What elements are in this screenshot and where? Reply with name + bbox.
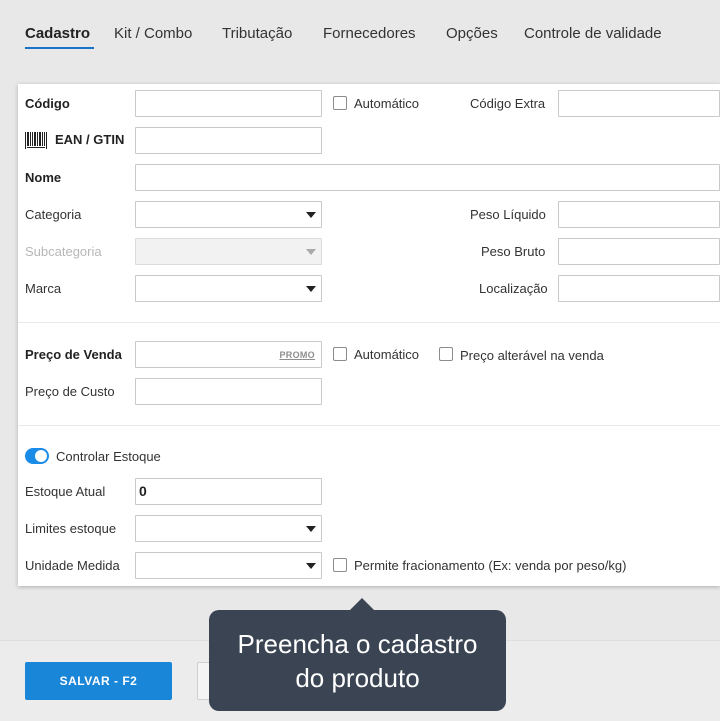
peso-bruto-label: Peso Bruto [481, 244, 546, 259]
tab-fornecedores[interactable]: Fornecedores [323, 25, 416, 42]
preco-venda-input[interactable]: PROMO [135, 341, 322, 368]
nome-label: Nome [25, 170, 62, 185]
subcategoria-select [135, 238, 322, 265]
tooltip-line-2: do produto [295, 662, 420, 693]
promo-link[interactable]: PROMO [279, 350, 315, 360]
tab-controle-validade[interactable]: Controle de validade [524, 25, 662, 42]
preco-alteravel-label: Preço alterável na venda [460, 348, 604, 363]
unidade-medida-label: Unidade Medida [25, 558, 120, 573]
codigo-extra-label: Código Extra [470, 96, 546, 111]
fracionamento-label: Permite fracionamento (Ex: venda por pes… [354, 558, 627, 573]
dropdown-caret-icon [306, 249, 316, 255]
peso-liquido-label: Peso Líquido [470, 207, 546, 222]
product-form-card: Código Automático Código Extra EAN / GTI… [18, 84, 720, 586]
preco-automatico-label: Automático [354, 347, 420, 362]
active-tab-indicator [25, 47, 94, 49]
ean-label: EAN / GTIN [55, 132, 125, 147]
onboarding-tooltip: Preencha o cadastro do produto [209, 610, 506, 711]
tab-kit-combo[interactable]: Kit / Combo [114, 25, 192, 42]
ean-input[interactable] [135, 127, 322, 154]
peso-bruto-input[interactable] [558, 238, 720, 265]
fracionamento-checkbox[interactable] [333, 558, 347, 572]
preco-automatico-checkbox[interactable] [333, 347, 347, 361]
dropdown-caret-icon [306, 212, 316, 218]
codigo-input[interactable] [135, 90, 322, 117]
nome-input[interactable] [135, 164, 720, 191]
codigo-label: Código [25, 96, 70, 111]
preco-custo-input[interactable] [135, 378, 322, 405]
subcategoria-label: Subcategoria [25, 244, 102, 259]
controlar-estoque-label: Controlar Estoque [56, 449, 161, 464]
estoque-atual-input[interactable]: 0 [135, 478, 322, 505]
controlar-estoque-toggle[interactable] [25, 448, 49, 464]
marca-label: Marca [25, 281, 62, 296]
limites-estoque-select[interactable] [135, 515, 322, 542]
preco-custo-label: Preço de Custo [25, 384, 115, 399]
localizacao-label: Localização [479, 281, 548, 296]
barcode-icon [25, 132, 47, 149]
categoria-label: Categoria [25, 207, 82, 222]
localizacao-input[interactable] [558, 275, 720, 302]
limites-estoque-label: Limites estoque [25, 521, 117, 536]
codigo-automatico-label: Automático [354, 96, 420, 111]
save-button[interactable]: SALVAR - F2 [25, 662, 172, 700]
section-divider [18, 322, 720, 323]
dropdown-caret-icon [306, 526, 316, 532]
codigo-extra-input[interactable] [558, 90, 720, 117]
section-divider [18, 425, 720, 426]
dropdown-caret-icon [306, 563, 316, 569]
dropdown-caret-icon [306, 286, 316, 292]
categoria-select[interactable] [135, 201, 322, 228]
tab-opcoes[interactable]: Opções [446, 25, 498, 42]
unidade-medida-select[interactable] [135, 552, 322, 579]
tab-tributacao[interactable]: Tributação [222, 25, 292, 42]
tooltip-line-1: Preencha o cadastro [237, 628, 478, 659]
peso-liquido-input[interactable] [558, 201, 720, 228]
marca-select[interactable] [135, 275, 322, 302]
estoque-atual-label: Estoque Atual [25, 484, 106, 499]
codigo-automatico-checkbox[interactable] [333, 96, 347, 110]
toggle-knob [35, 450, 47, 462]
tab-bar: Cadastro Kit / Combo Tributação Forneced… [0, 0, 720, 60]
preco-venda-label: Preço de Venda [25, 347, 122, 362]
tab-cadastro[interactable]: Cadastro [25, 25, 90, 42]
preco-alteravel-checkbox[interactable] [439, 347, 453, 361]
